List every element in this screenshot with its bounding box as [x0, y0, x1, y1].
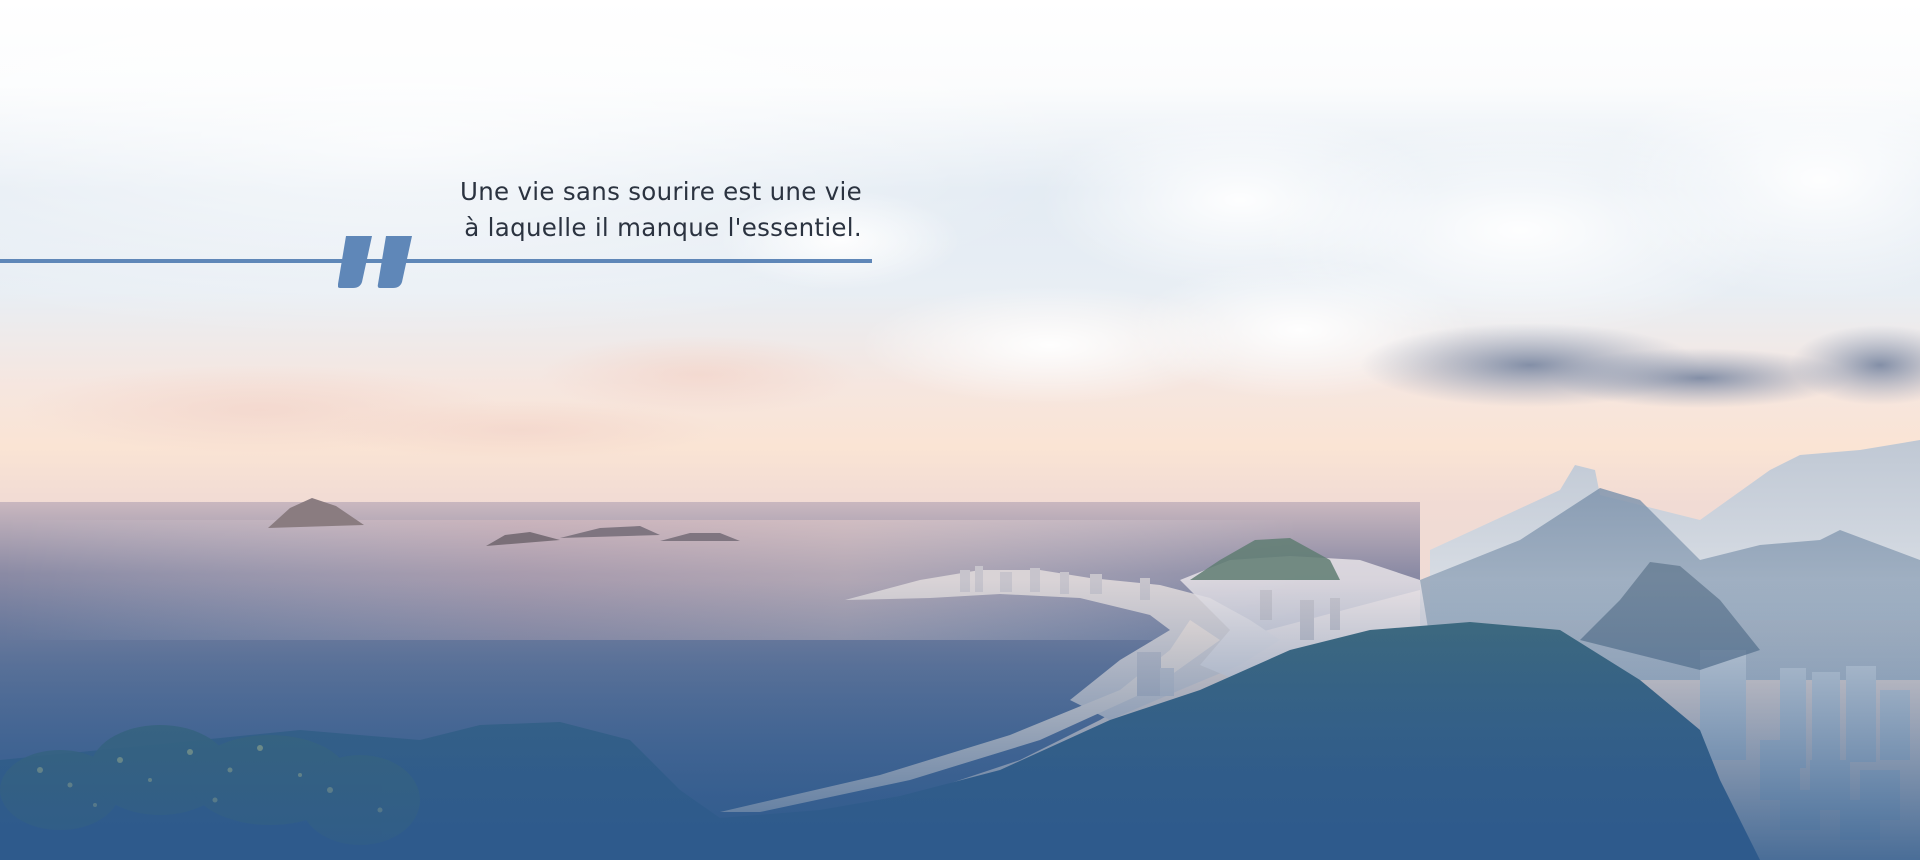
quote-line-2: à laquelle il manque l'essentiel. — [464, 213, 862, 242]
quote-divider-line — [0, 259, 872, 263]
quote-block: Une vie sans sourire est une vie à laque… — [0, 170, 872, 290]
quote-line-1: Une vie sans sourire est une vie — [459, 177, 862, 206]
background-landscape-image — [0, 0, 1920, 860]
quote-text: Une vie sans sourire est une vie à laque… — [242, 174, 862, 246]
hero-section: Une vie sans sourire est une vie à laque… — [0, 0, 1920, 860]
closing-quotation-mark-icon — [338, 236, 412, 288]
